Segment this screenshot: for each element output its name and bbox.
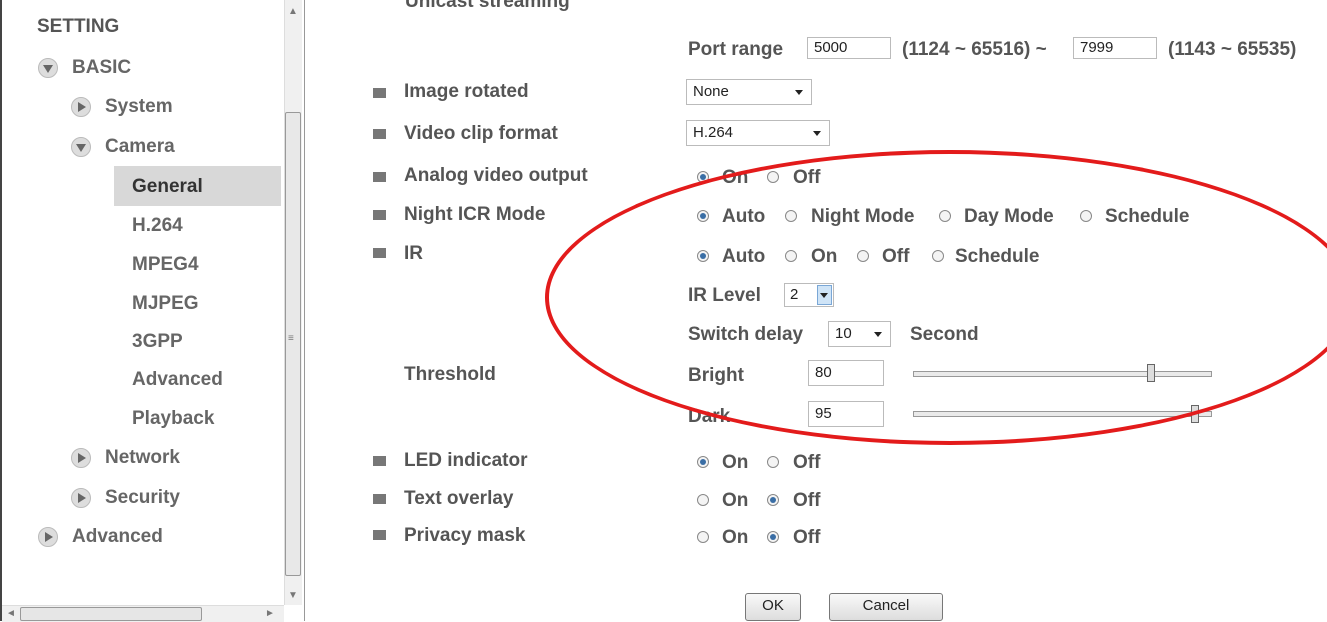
privacy-mask-on-radio[interactable]: [697, 531, 709, 543]
port-range-from-hint: (1124 ~ 65516) ~: [902, 39, 1047, 60]
port-range-from-input[interactable]: 5000: [807, 37, 891, 59]
row-bullet-icon: [373, 530, 386, 540]
sidebar-item-3gpp[interactable]: 3GPP: [132, 331, 183, 353]
port-range-to-input[interactable]: 7999: [1073, 37, 1157, 59]
collapse-arrow-icon: [71, 448, 91, 468]
text-overlay-off-label: Off: [793, 490, 821, 511]
sidebar-item-mpeg4[interactable]: MPEG4: [132, 254, 199, 276]
sidebar-item-camera[interactable]: Camera: [71, 136, 271, 160]
collapse-arrow-icon: [71, 488, 91, 508]
sidebar-item-general[interactable]: General: [114, 166, 281, 206]
row-bullet-icon: [373, 456, 386, 466]
collapse-arrow-icon: [71, 97, 91, 117]
scroll-up-arrow-icon[interactable]: ▲: [288, 6, 298, 17]
led-indicator-on-radio[interactable]: [697, 456, 709, 468]
chevron-down-icon: [813, 131, 821, 136]
row-bullet-icon: [373, 210, 386, 220]
port-range-label: Port range: [688, 39, 784, 60]
image-rotated-select[interactable]: None: [686, 79, 812, 105]
video-clip-format-select[interactable]: H.264: [686, 120, 830, 146]
sidebar-item-mjpeg[interactable]: MJPEG: [132, 293, 199, 315]
privacy-mask-label: Privacy mask: [404, 525, 526, 546]
sidebar-item-network[interactable]: Network: [71, 447, 271, 471]
night-icr-mode-label: Night ICR Mode: [404, 204, 546, 225]
settings-sidebar: SETTING BASIC System Camera General H.26…: [0, 0, 305, 621]
sidebar-title: SETTING: [37, 16, 120, 37]
led-indicator-label: LED indicator: [404, 450, 528, 471]
threshold-label: Threshold: [404, 364, 496, 385]
sidebar-item-security[interactable]: Security: [71, 487, 271, 511]
sidebar-horizontal-scroll-thumb[interactable]: [20, 607, 202, 621]
privacy-mask-off-radio[interactable]: [767, 531, 779, 543]
sidebar-item-advanced[interactable]: Advanced: [38, 526, 238, 550]
image-rotated-label: Image rotated: [404, 81, 529, 102]
ok-button[interactable]: OK: [745, 593, 801, 621]
unicast-streaming-heading: Unicast streaming: [405, 0, 570, 12]
cancel-button[interactable]: Cancel: [829, 593, 943, 621]
row-bullet-icon: [373, 248, 386, 258]
privacy-mask-on-label: On: [722, 527, 749, 548]
row-bullet-icon: [373, 129, 386, 139]
chevron-down-icon: [795, 90, 803, 95]
row-bullet-icon: [373, 172, 386, 182]
row-bullet-icon: [373, 88, 386, 98]
collapse-arrow-icon: [38, 527, 58, 547]
sidebar-item-playback[interactable]: Playback: [132, 408, 214, 430]
ir-label: IR: [404, 243, 423, 264]
text-overlay-on-label: On: [722, 490, 749, 511]
video-clip-format-label: Video clip format: [404, 123, 558, 144]
scroll-left-arrow-icon[interactable]: ◄: [6, 608, 16, 619]
annotation-ellipse: [545, 150, 1327, 445]
row-bullet-icon: [373, 494, 386, 504]
led-indicator-off-radio[interactable]: [767, 456, 779, 468]
scroll-grip-icon: ≡: [288, 333, 294, 344]
expand-arrow-icon: [38, 58, 58, 78]
text-overlay-on-radio[interactable]: [697, 494, 709, 506]
sidebar-item-advanced-camera[interactable]: Advanced: [132, 369, 223, 391]
led-indicator-on-label: On: [722, 452, 749, 473]
scroll-right-arrow-icon[interactable]: ►: [265, 608, 275, 619]
sidebar-item-basic[interactable]: BASIC: [38, 57, 238, 81]
sidebar-item-system[interactable]: System: [71, 96, 271, 120]
text-overlay-label: Text overlay: [404, 488, 514, 509]
expand-arrow-icon: [71, 137, 91, 157]
privacy-mask-off-label: Off: [793, 527, 821, 548]
led-indicator-off-label: Off: [793, 452, 821, 473]
scroll-down-arrow-icon[interactable]: ▼: [288, 590, 298, 601]
port-range-to-hint: (1143 ~ 65535): [1168, 39, 1297, 60]
text-overlay-off-radio[interactable]: [767, 494, 779, 506]
sidebar-item-h264[interactable]: H.264: [132, 215, 183, 237]
sidebar-vertical-scroll-thumb[interactable]: [285, 112, 301, 576]
analog-video-output-label: Analog video output: [404, 165, 588, 186]
